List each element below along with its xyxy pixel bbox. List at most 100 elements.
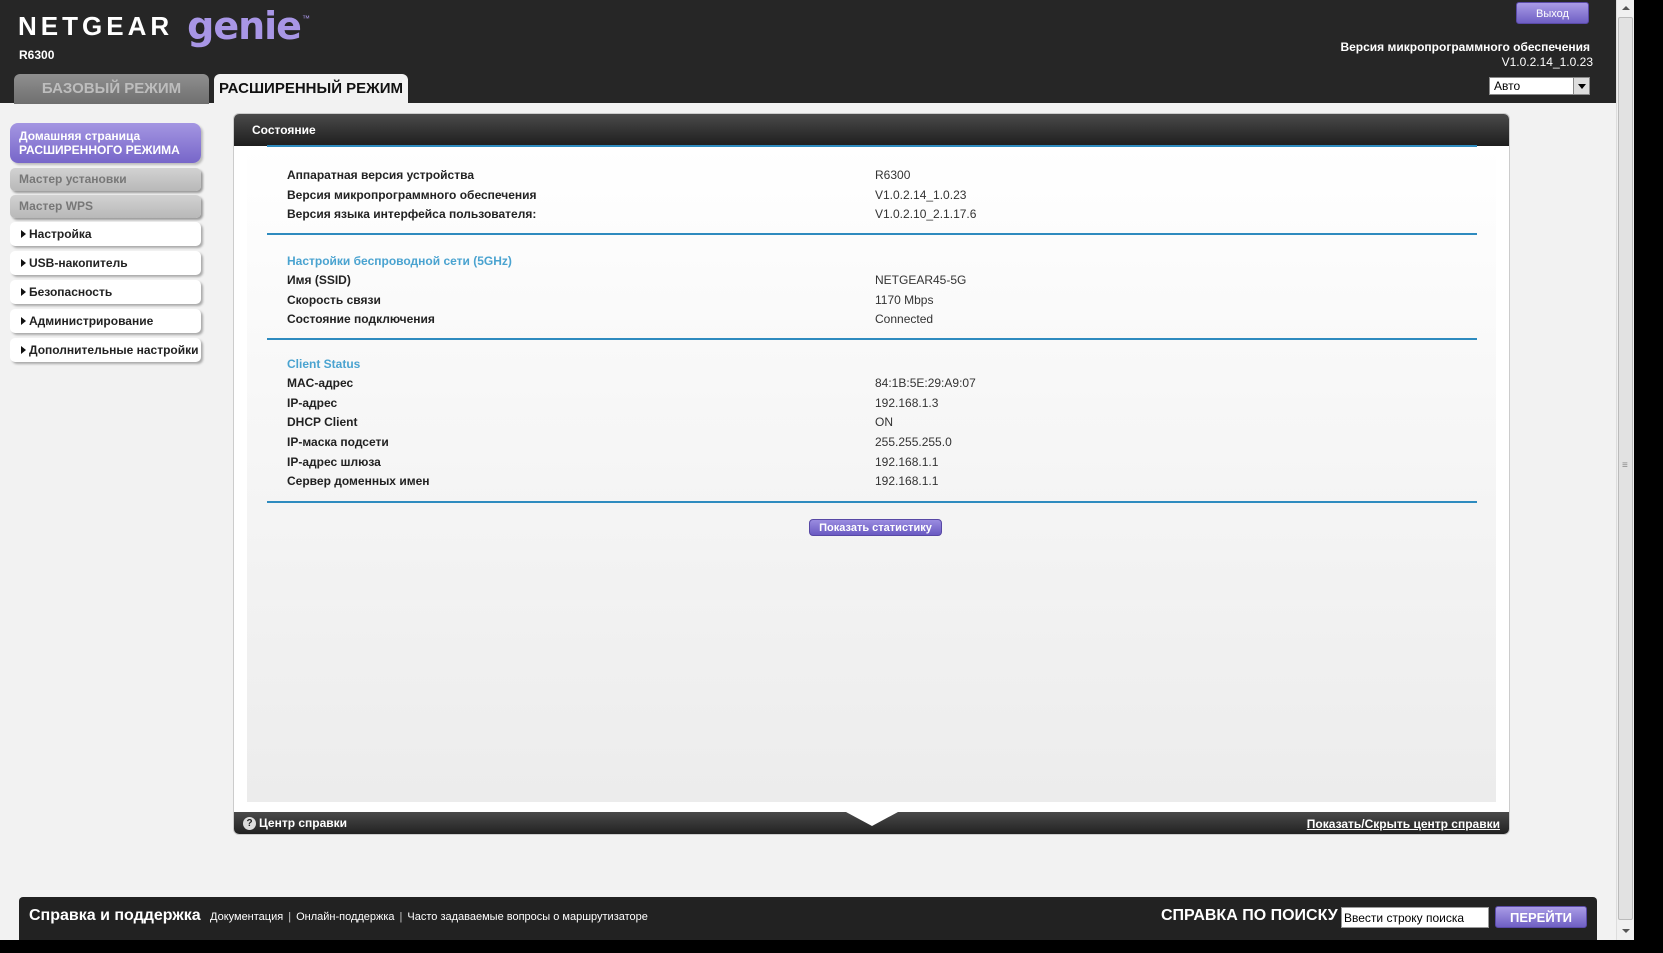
info-label: DHCP Client — [287, 415, 358, 429]
info-row: IP-маска подсети 255.255.255.0 — [287, 435, 1467, 453]
section-divider — [267, 145, 1477, 147]
info-value: R6300 — [875, 168, 911, 182]
wireless-section-title: Настройки беспроводной сети (5GHz) — [287, 254, 512, 268]
triangle-right-icon — [21, 317, 26, 325]
documentation-link[interactable]: Документация — [210, 911, 283, 923]
tab-advanced-mode[interactable]: РАСШИРЕННЫЙ РЕЖИМ — [214, 74, 408, 104]
chevron-down-icon[interactable] — [1573, 78, 1589, 94]
support-links: Документация | Онлайн-поддержка | Часто … — [210, 911, 648, 923]
toggle-help-center-link[interactable]: Показать/Скрыть центр справки — [1307, 817, 1500, 831]
scroll-up-icon[interactable] — [1617, 0, 1634, 17]
triangle-right-icon — [21, 288, 26, 296]
language-select[interactable]: Авто — [1489, 77, 1590, 95]
link-separator: | — [288, 911, 292, 923]
info-row: IP-адрес шлюза 192.168.1.1 — [287, 455, 1467, 473]
help-center-button[interactable]: ? Центр справки — [243, 816, 347, 830]
logout-button[interactable]: Выход — [1516, 2, 1589, 24]
info-value: V1.0.2.14_1.0.23 — [875, 188, 967, 202]
status-panel: Состояние Аппаратная версия устройства R6… — [233, 113, 1510, 835]
client-section-title: Client Status — [287, 357, 361, 371]
triangle-right-icon — [21, 346, 26, 354]
help-question-icon: ? — [243, 816, 256, 830]
info-value: 84:1B:5E:29:A9:07 — [875, 376, 976, 390]
sidebar-item-label: Настройка — [29, 227, 92, 241]
router-faq-link[interactable]: Часто задаваемые вопросы о маршрутизатор… — [407, 911, 648, 923]
sidebar-item-usb-storage[interactable]: USB-накопитель — [10, 251, 201, 275]
info-value: 1170 Mbps — [875, 293, 934, 307]
support-title: Справка и поддержка — [29, 907, 201, 924]
info-value: 192.168.1.3 — [875, 396, 939, 410]
sidebar-item-wps-wizard[interactable]: Мастер WPS — [10, 195, 201, 218]
info-label: Состояние подключения — [287, 312, 435, 326]
product-name: genie — [187, 4, 302, 48]
sidebar-item-administration[interactable]: Администрирование — [10, 309, 201, 333]
triangle-right-icon — [21, 259, 26, 267]
search-input[interactable] — [1341, 907, 1489, 928]
info-row: Скорость связи 1170 Mbps — [287, 293, 1467, 311]
info-row: Версия микропрограммного обеспечения V1.0… — [287, 188, 1467, 206]
section-divider — [267, 501, 1477, 503]
sidebar: Домашняя страница РАСШИРЕННОГО РЕЖИМА Ма… — [10, 123, 202, 367]
sidebar-item-label: Безопасность — [29, 285, 113, 299]
help-center-bar: ? Центр справки Показать/Скрыть центр спра… — [234, 812, 1509, 834]
panel-body: Аппаратная версия устройства R6300 Версия … — [234, 145, 1509, 802]
language-selected-value: Авто — [1494, 79, 1521, 93]
triangle-right-icon — [21, 230, 26, 238]
section-divider — [267, 338, 1477, 340]
router-admin-page: NETGEAR genie ™ R6300 БАЗОВЫЙ РЕЖИМ РАСШ… — [0, 0, 1616, 940]
section-divider — [267, 233, 1477, 235]
show-statistics-button[interactable]: Показать статистику — [809, 519, 942, 536]
info-label: Скорость связи — [287, 293, 381, 307]
trademark-icon: ™ — [301, 14, 310, 23]
help-center-label: Центр справки — [259, 816, 348, 830]
info-label: IP-адрес шлюза — [287, 455, 381, 469]
sidebar-item-label: Дополнительные настройки — [29, 343, 199, 357]
info-label: Версия языка интерфейса пользователя: — [287, 207, 537, 221]
info-label: MAC-адрес — [287, 376, 354, 390]
info-row: Аппаратная версия устройства R6300 — [287, 168, 1467, 186]
info-row: Имя (SSID) NETGEAR45-5G — [287, 273, 1467, 291]
info-value: ON — [875, 415, 893, 429]
info-label: Имя (SSID) — [287, 273, 351, 287]
info-label: Сервер доменных имен — [287, 474, 430, 488]
link-separator: | — [399, 911, 403, 923]
netgear-genie-logo: NETGEAR genie ™ — [18, 4, 310, 48]
scroll-thumb[interactable] — [1618, 17, 1633, 920]
info-row: DHCP Client ON — [287, 415, 1467, 433]
info-value: V1.0.2.10_2.1.17.6 — [875, 207, 977, 221]
page-scrollbar[interactable] — [1616, 0, 1634, 940]
info-value: 192.168.1.1 — [875, 455, 939, 469]
sidebar-item-setup[interactable]: Настройка — [10, 222, 201, 246]
info-row: Сервер доменных имен 192.168.1.1 — [287, 474, 1467, 492]
info-row: MAC-адрес 84:1B:5E:29:A9:07 — [287, 376, 1467, 394]
sidebar-item-advanced-settings[interactable]: Дополнительные настройки — [10, 338, 201, 362]
sidebar-item-label: Администрирование — [29, 314, 154, 328]
sidebar-item-setup-wizard[interactable]: Мастер установки — [10, 168, 201, 191]
help-support-bar: Справка и поддержка Документация | Онлай… — [19, 897, 1597, 940]
info-label: IP-маска подсети — [287, 435, 389, 449]
online-support-link[interactable]: Онлайн-поддержка — [296, 911, 394, 923]
search-go-button[interactable]: ПЕРЕЙТИ — [1495, 906, 1587, 928]
triangle-down-icon[interactable] — [846, 812, 898, 826]
info-value: Connected — [875, 312, 934, 326]
scroll-down-icon[interactable] — [1617, 923, 1634, 940]
sidebar-item-advanced-home[interactable]: Домашняя страница РАСШИРЕННОГО РЕЖИМА — [10, 123, 201, 163]
header: NETGEAR genie ™ R6300 БАЗОВЫЙ РЕЖИМ РАСШ… — [0, 0, 1616, 104]
tab-basic-mode[interactable]: БАЗОВЫЙ РЕЖИМ — [14, 74, 209, 104]
info-value: 255.255.255.0 — [875, 435, 952, 449]
info-value: 192.168.1.1 — [875, 474, 939, 488]
firmware-value: V1.0.2.14_1.0.23 — [1501, 55, 1593, 69]
info-row: Версия языка интерфейса пользователя: V1.… — [287, 207, 1467, 225]
panel-title: Состояние — [234, 114, 1509, 146]
info-label: Версия микропрограммного обеспечения — [287, 188, 537, 202]
sidebar-item-label: USB-накопитель — [29, 256, 128, 270]
info-row: Состояние подключения Connected — [287, 312, 1467, 330]
info-label: Аппаратная версия устройства — [287, 168, 474, 182]
brand-name: NETGEAR — [18, 11, 174, 41]
firmware-label: Версия микропрограммного обеспечения — [1340, 40, 1590, 54]
info-row: IP-адрес 192.168.1.3 — [287, 396, 1467, 414]
info-value: NETGEAR45-5G — [875, 273, 967, 287]
search-help-label: СПРАВКА ПО ПОИСКУ — [1161, 907, 1338, 924]
info-label: IP-адрес — [287, 396, 338, 410]
sidebar-item-security[interactable]: Безопасность — [10, 280, 201, 304]
